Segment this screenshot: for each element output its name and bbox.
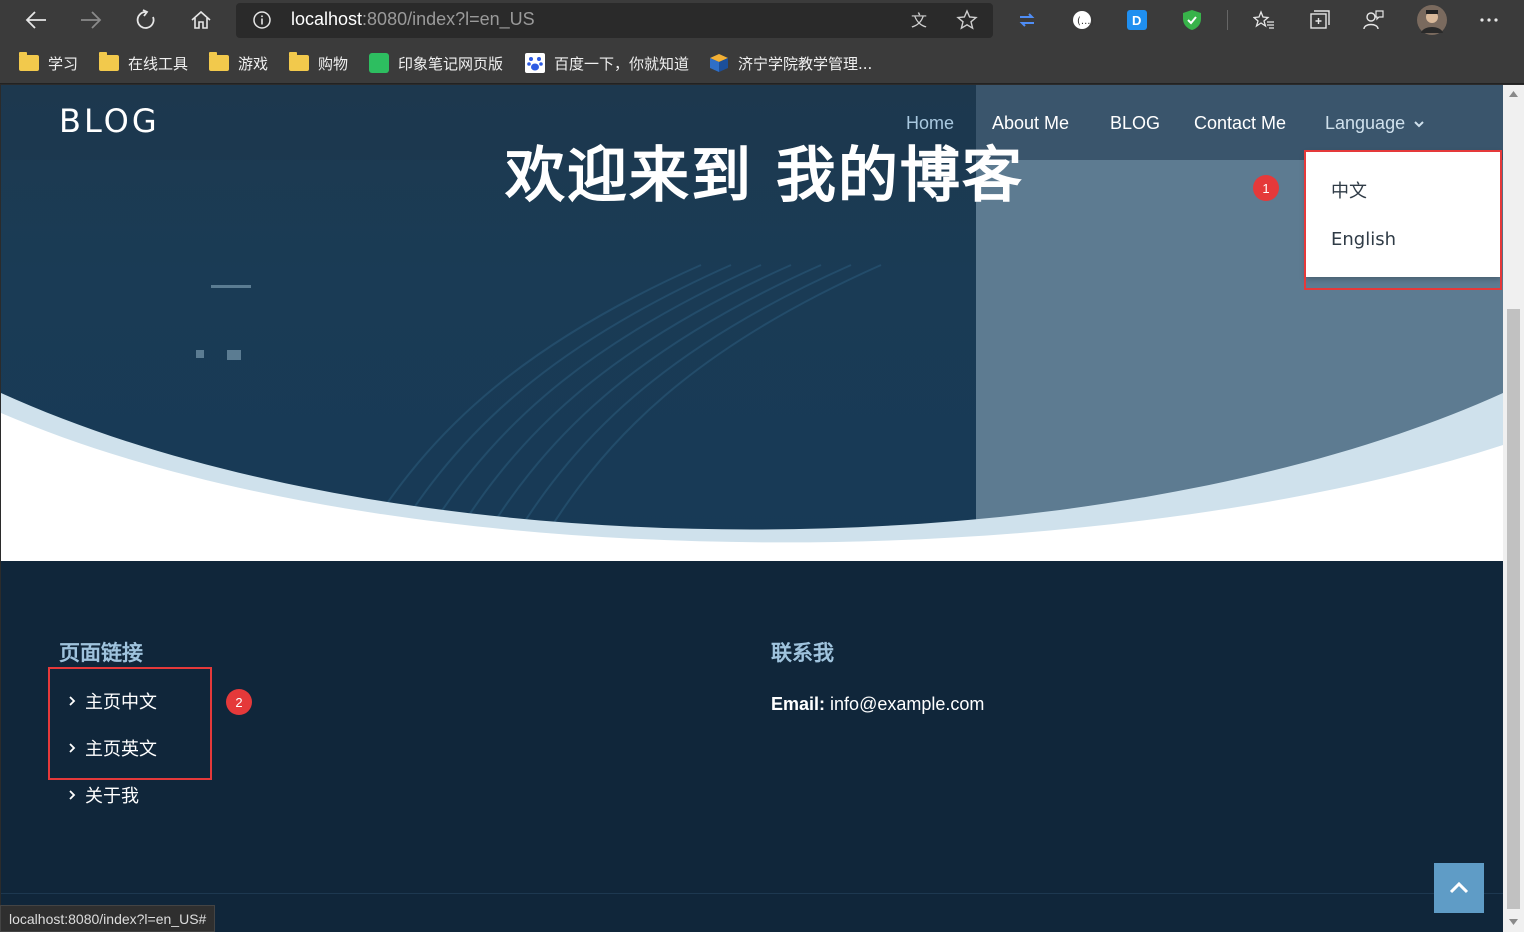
sync-extension-icon[interactable] <box>1015 8 1039 32</box>
shield-extension-icon[interactable] <box>1180 8 1204 32</box>
annotation-box-footer-links <box>48 667 212 780</box>
nav-contact-me[interactable]: Contact Me <box>1194 113 1286 134</box>
evernote-icon <box>369 53 389 73</box>
scroll-up-arrow-icon[interactable] <box>1509 91 1518 97</box>
scroll-down-arrow-icon[interactable] <box>1509 919 1518 925</box>
svg-text:(...): (...) <box>1077 16 1093 27</box>
link-status-bar: localhost:8080/index?l=en_US# <box>0 905 216 932</box>
site-info-icon[interactable] <box>252 10 272 35</box>
email-value[interactable]: info@example.com <box>830 694 984 714</box>
chevron-up-icon <box>1449 881 1469 894</box>
bookmarks-bar: 学习 在线工具 游戏 购物 印象笔记网页版 百度一下，你就知道 济宁学院教学管理… <box>0 42 1524 84</box>
nav-about-me[interactable]: About Me <box>992 113 1069 134</box>
page-scrollbar[interactable] <box>1503 85 1524 932</box>
svg-text:⽂: ⽂ <box>911 11 927 30</box>
translate-icon[interactable]: ⽂ <box>910 9 932 36</box>
profile-avatar[interactable] <box>1417 5 1447 35</box>
home-icon[interactable] <box>186 6 216 34</box>
bookmark-jining[interactable]: 济宁学院教学管理... <box>709 52 872 74</box>
feedback-icon[interactable] <box>1361 8 1385 32</box>
nav-blog[interactable]: BLOG <box>1110 113 1160 134</box>
footer-email: Email: info@example.com <box>771 694 984 715</box>
nav-language-label: Language <box>1325 113 1406 133</box>
bookmark-evernote[interactable]: 印象笔记网页版 <box>369 52 503 74</box>
nav-home[interactable]: Home <box>906 113 954 134</box>
hero-wave-divider <box>1 393 1503 565</box>
scrollbar-thumb[interactable] <box>1507 309 1520 909</box>
footer-link-about-me[interactable]: 关于我 <box>67 782 139 808</box>
annotation-badge-1: 1 <box>1253 175 1279 201</box>
url-text: localhost:8080/index?l=en_US <box>291 9 535 29</box>
email-label: Email: <box>771 694 826 714</box>
footer-contact-heading: 联系我 <box>771 641 834 665</box>
cube-icon <box>709 53 729 73</box>
svg-text:D: D <box>1132 13 1141 28</box>
annotation-box-language-menu <box>1304 150 1502 290</box>
page-viewport: BLOG 欢迎来到 我的博客 Home About Me BLOG Contac… <box>1 85 1503 932</box>
annotation-badge-2: 2 <box>226 689 252 715</box>
site-brand[interactable]: BLOG <box>59 102 160 140</box>
browser-toolbar: localhost:8080/index?l=en_US ⽂ (...) D <box>0 0 1524 42</box>
favorites-icon[interactable] <box>1252 8 1276 32</box>
bookmark-baidu[interactable]: 百度一下，你就知道 <box>525 52 689 74</box>
collections-icon[interactable] <box>1307 8 1331 32</box>
back-icon[interactable] <box>21 6 51 34</box>
folder-icon <box>289 52 309 71</box>
d-extension-icon[interactable]: D <box>1125 8 1149 32</box>
chevron-right-icon <box>67 785 79 806</box>
bookmark-folder-tools[interactable]: 在线工具 <box>99 52 188 74</box>
folder-icon <box>19 52 39 71</box>
footer-links-heading: 页面链接 <box>59 641 143 665</box>
more-options-icon[interactable] <box>1477 8 1501 32</box>
favorite-star-icon[interactable] <box>956 9 978 36</box>
footer-divider <box>1 893 1503 894</box>
site-footer: 页面链接 主页中文 主页英文 关于我 2 联系我 Email: info@exa… <box>1 561 1503 932</box>
toolbar-separator <box>1227 10 1228 30</box>
bookmark-folder-games[interactable]: 游戏 <box>209 52 268 74</box>
chevron-down-icon <box>1413 118 1425 130</box>
hero-title: 欢迎来到 我的博客 <box>505 141 1024 211</box>
extension-circle-icon[interactable]: (...) <box>1070 8 1094 32</box>
baidu-paw-icon <box>525 53 545 73</box>
folder-icon <box>99 52 119 71</box>
bookmark-folder-study[interactable]: 学习 <box>19 52 78 74</box>
address-bar[interactable]: localhost:8080/index?l=en_US ⽂ <box>236 3 993 38</box>
back-to-top-button[interactable] <box>1434 863 1484 913</box>
refresh-icon[interactable] <box>131 6 161 34</box>
nav-language-dropdown[interactable]: Language <box>1325 113 1425 134</box>
forward-icon[interactable] <box>76 6 106 34</box>
folder-icon <box>209 52 229 71</box>
bookmark-folder-shopping[interactable]: 购物 <box>289 52 348 74</box>
